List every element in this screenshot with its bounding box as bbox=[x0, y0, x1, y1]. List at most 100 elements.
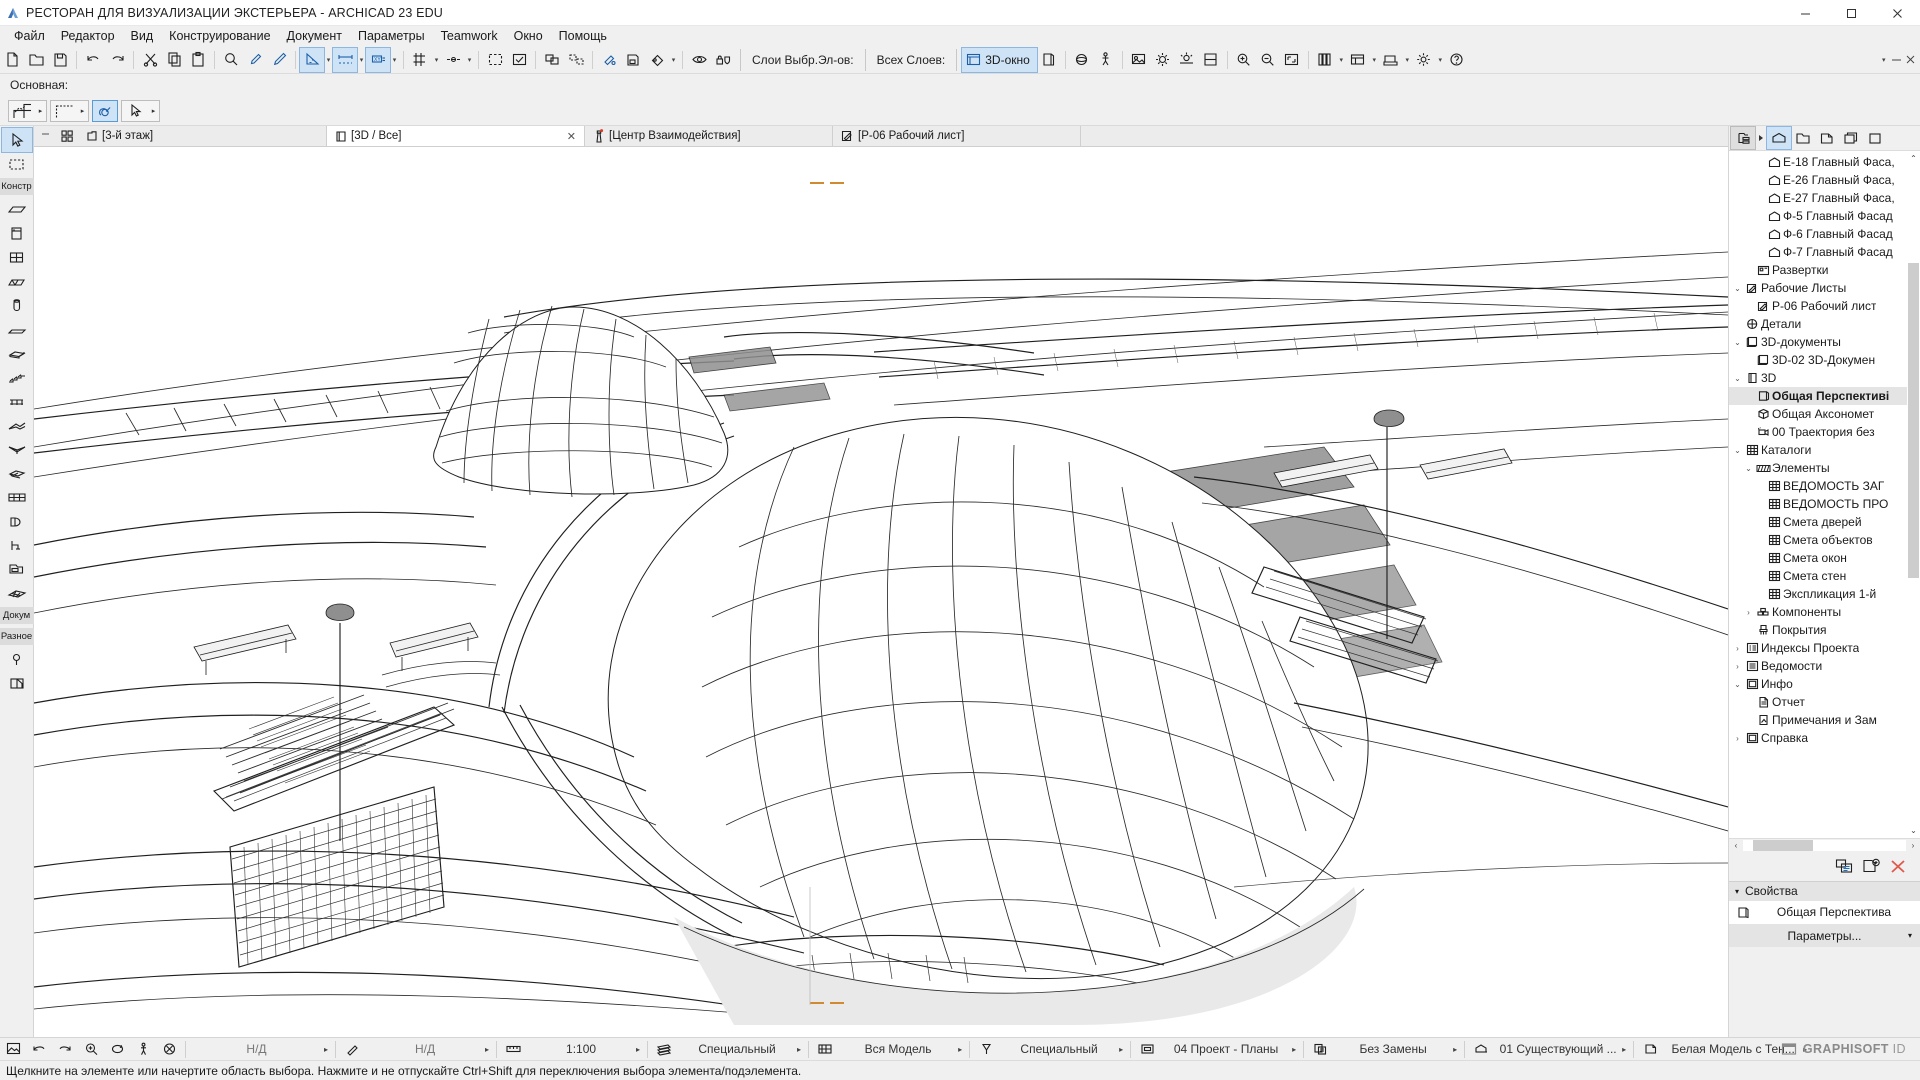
navigator-item[interactable]: Ф-6 Главный Фасад bbox=[1729, 225, 1920, 243]
redo-button[interactable] bbox=[105, 48, 129, 72]
walk-button[interactable] bbox=[1094, 48, 1118, 72]
publish-button[interactable] bbox=[1379, 48, 1403, 72]
settings-caret-icon[interactable]: ▾ bbox=[1436, 56, 1445, 64]
tool-beam[interactable] bbox=[2, 317, 32, 341]
render-settings-button[interactable] bbox=[1127, 48, 1151, 72]
status-structure-caret[interactable]: ▸ bbox=[958, 1045, 966, 1054]
save-project-button[interactable] bbox=[48, 48, 72, 72]
nav-scroll-up-icon[interactable]: ⌃ bbox=[1907, 151, 1920, 165]
navigator-item[interactable]: Р-06 Рабочий лист bbox=[1729, 297, 1920, 315]
view-preview-icon[interactable] bbox=[0, 1042, 26, 1056]
menu-item-teamwork[interactable]: Teamwork bbox=[433, 28, 506, 44]
tree-twisty-icon[interactable]: › bbox=[1731, 662, 1744, 671]
navigator-item[interactable]: Примечания и Зам bbox=[1729, 711, 1920, 729]
measure-caret-icon[interactable]: ▾ bbox=[324, 56, 333, 64]
delete-view-button[interactable] bbox=[1889, 858, 1908, 875]
tree-twisty-icon[interactable]: ⌄ bbox=[1731, 338, 1744, 347]
attribute-caret-icon[interactable]: ▾ bbox=[1370, 56, 1379, 64]
3d-window-button[interactable]: 3D-окно bbox=[961, 46, 1038, 73]
navigator-item[interactable]: Е-18 Главный Фаса, bbox=[1729, 153, 1920, 171]
properties-section-header[interactable]: ▾ Свойства bbox=[1729, 880, 1920, 901]
properties-collapse-icon[interactable]: ▾ bbox=[1735, 887, 1739, 896]
status-item-pen-set[interactable]: Специальный bbox=[677, 1042, 797, 1056]
navigator-item[interactable]: Ф-7 Главный Фасад bbox=[1729, 243, 1920, 261]
navigator-item[interactable]: Развертки bbox=[1729, 261, 1920, 279]
tool-mesh[interactable] bbox=[2, 581, 32, 605]
status-item-scale[interactable]: 1:100 bbox=[526, 1042, 636, 1056]
eyedropper-button[interactable] bbox=[243, 48, 267, 72]
menu-item-edit[interactable]: Редактор bbox=[53, 28, 123, 44]
navigator-item[interactable]: Экспликация 1-й bbox=[1729, 585, 1920, 603]
tool-slab[interactable] bbox=[2, 341, 32, 365]
attribute-manager-button[interactable] bbox=[1346, 48, 1370, 72]
navigator-mode-button[interactable] bbox=[1730, 126, 1756, 150]
navigator-item[interactable]: ⌄ 3D-документы bbox=[1729, 333, 1920, 351]
settings-view-button[interactable] bbox=[1835, 858, 1854, 875]
selection-mode-1[interactable]: ▸ bbox=[8, 99, 47, 122]
search-zoom-button[interactable] bbox=[219, 48, 243, 72]
arrow-tool-caret[interactable]: ▸ bbox=[148, 107, 159, 115]
renovation-filter-icon[interactable] bbox=[1468, 1042, 1494, 1056]
status-item-partial-structure[interactable]: Специальный bbox=[999, 1042, 1119, 1056]
nav-scroll-down-icon[interactable]: ⌄ bbox=[1907, 824, 1920, 838]
tab-overview-icon[interactable] bbox=[56, 126, 78, 146]
navigator-item[interactable]: 3D-02 3D-Докумен bbox=[1729, 351, 1920, 369]
layer-visibility-button[interactable] bbox=[687, 48, 711, 72]
graphisoft-id-badge[interactable]: GRAPHISOFT ID bbox=[1781, 1042, 1906, 1056]
snap-guides-button[interactable] bbox=[441, 48, 465, 72]
menu-item-help[interactable]: Помощь bbox=[551, 28, 615, 44]
frame-button[interactable] bbox=[621, 48, 645, 72]
navigator-item[interactable]: › Индексы Проекта bbox=[1729, 639, 1920, 657]
status-item-renovation-filter[interactable]: 01 Существующий ... bbox=[1494, 1042, 1622, 1056]
elevation-window-button[interactable] bbox=[1037, 48, 1061, 72]
marquee-tool-button[interactable] bbox=[483, 48, 507, 72]
syringe-button[interactable] bbox=[267, 48, 291, 72]
grid-caret-icon[interactable]: ▾ bbox=[432, 56, 441, 64]
tool-roof[interactable] bbox=[2, 413, 32, 437]
navigator-vertical-scrollbar[interactable]: ⌃ ⌄ bbox=[1907, 151, 1920, 838]
status-zoom-na-1-caret[interactable]: ▸ bbox=[324, 1045, 332, 1054]
close-button[interactable] bbox=[1874, 0, 1920, 26]
navigator-item[interactable]: Ф-5 Главный Фасад bbox=[1729, 207, 1920, 225]
navigator-item[interactable]: ⌄ Рабочие Листы bbox=[1729, 279, 1920, 297]
graphic-override-icon[interactable] bbox=[1307, 1042, 1333, 1056]
fit-window-button[interactable] bbox=[1280, 48, 1304, 72]
pen-na-icon[interactable] bbox=[339, 1042, 365, 1056]
orbit-status-icon[interactable] bbox=[104, 1042, 130, 1056]
menu-item-document[interactable]: Документ bbox=[279, 28, 350, 44]
menu-item-window[interactable]: Окно bbox=[506, 28, 551, 44]
structure-icon[interactable] bbox=[812, 1042, 838, 1056]
selection-mode-2[interactable]: ▸ bbox=[50, 99, 89, 122]
library-caret-icon[interactable]: ▾ bbox=[1337, 56, 1346, 64]
navigator-item[interactable]: Покрытия bbox=[1729, 621, 1920, 639]
tool-door[interactable] bbox=[2, 221, 32, 245]
navigator-mode-caret-icon[interactable] bbox=[1755, 127, 1767, 149]
selection-mode-2-caret[interactable]: ▸ bbox=[77, 107, 88, 115]
tool-skylight[interactable] bbox=[2, 269, 32, 293]
quick-selection-button[interactable] bbox=[92, 99, 118, 122]
navigator-item[interactable]: Смета объектов bbox=[1729, 531, 1920, 549]
group-button[interactable] bbox=[540, 48, 564, 72]
navigator-horizontal-scrollbar[interactable]: ‹ › bbox=[1729, 837, 1920, 853]
nav-scroll-thumb[interactable] bbox=[1908, 263, 1919, 578]
navigator-item[interactable]: Общая Аксономет bbox=[1729, 405, 1920, 423]
walk-status-icon[interactable] bbox=[130, 1042, 156, 1056]
tool-curtain-wall[interactable] bbox=[2, 485, 32, 509]
navigator-item[interactable]: Детали bbox=[1729, 315, 1920, 333]
layer-lock-button[interactable] bbox=[711, 48, 735, 72]
tool-hotspot[interactable] bbox=[2, 647, 32, 671]
section-button[interactable] bbox=[1199, 48, 1223, 72]
status-item-structure[interactable]: Вся Модель bbox=[838, 1042, 958, 1056]
navigator-project-map-button[interactable] bbox=[1766, 126, 1792, 150]
navigator-item[interactable]: ВЕДОМОСТЬ ПРО bbox=[1729, 495, 1920, 513]
tool-morph[interactable] bbox=[2, 461, 32, 485]
nav-hscroll-track[interactable] bbox=[1743, 840, 1906, 851]
parameters-caret-icon[interactable]: ▾ bbox=[1908, 931, 1912, 940]
nav-hscroll-left-icon[interactable]: ‹ bbox=[1729, 841, 1743, 850]
menu-item-file[interactable]: Файл bbox=[6, 28, 53, 44]
status-layer-combination-caret[interactable]: ▸ bbox=[1292, 1045, 1300, 1054]
navigator-item[interactable]: Е-27 Главный Фаса, bbox=[1729, 189, 1920, 207]
paste-button[interactable] bbox=[186, 48, 210, 72]
publish-caret-icon[interactable]: ▾ bbox=[1403, 56, 1412, 64]
navigator-item[interactable]: ⌄ Элементы bbox=[1729, 459, 1920, 477]
